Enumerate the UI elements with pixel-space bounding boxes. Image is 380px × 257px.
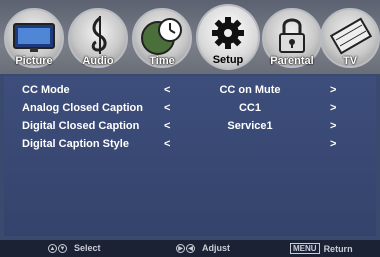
tab-time[interactable]: Time [132,8,192,68]
right-arrow-icon[interactable]: > [330,84,336,96]
help-footer: ▲ ▼ Select ▶ ◀ Adjust MENU Return [0,240,380,257]
analog-closed-caption-row[interactable]: Analog Closed Caption < CC1 > [4,100,376,118]
cc-mode-row[interactable]: CC Mode < CC on Mute > [4,82,376,100]
left-arrow-icon[interactable]: < [164,138,170,150]
right-arrow-icon[interactable]: > [330,102,336,114]
adjust-hint: ▶ ◀ Adjust [176,243,230,253]
menu-key-icon: MENU [290,243,320,254]
left-arrow-icon[interactable]: < [164,120,170,132]
right-arrow-icon[interactable]: > [330,120,336,132]
tab-setup[interactable]: Setup [196,4,260,70]
select-hint: ▲ ▼ Select [48,243,101,253]
row-label: CC Mode [22,84,70,96]
row-value: Service1 [227,120,273,132]
digital-closed-caption-row[interactable]: Digital Closed Caption < Service1 > [4,118,376,136]
left-arrow-icon[interactable]: < [164,84,170,96]
row-value: CC on Mute [219,84,281,96]
down-button-icon: ▼ [58,243,67,253]
tab-tv[interactable]: TV [320,8,380,68]
left-arrow-icon[interactable]: < [164,102,170,114]
return-label: Return [323,243,353,254]
digital-caption-style-row[interactable]: Digital Caption Style < > [4,136,376,154]
right-button-icon: ▶ [176,243,185,253]
tab-label: Parental [270,55,314,67]
tab-label: Setup [212,54,244,66]
tab-audio[interactable]: Audio [68,8,128,68]
return-hint: MENU Return [290,243,353,254]
adjust-label: Adjust [202,243,230,253]
tab-label: TV [342,55,358,67]
setup-menu-screen: Picture Audio Time Setup Parental TV CC … [0,0,380,257]
tab-label: Picture [15,55,53,67]
row-label: Analog Closed Caption [22,102,143,114]
menu-tab-bar: Picture Audio Time Setup Parental TV [0,0,380,74]
caption-settings-panel: CC Mode < CC on Mute > Analog Closed Cap… [4,76,376,236]
select-label: Select [74,243,101,253]
tab-label: Time [149,55,175,67]
tab-label: Audio [82,55,114,67]
tab-parental[interactable]: Parental [262,8,322,68]
left-button-icon: ◀ [186,243,195,253]
row-value: CC1 [238,102,261,114]
tab-picture[interactable]: Picture [4,8,64,68]
right-arrow-icon[interactable]: > [330,138,336,150]
row-label: Digital Caption Style [22,138,129,150]
row-label: Digital Closed Caption [22,120,140,132]
up-button-icon: ▲ [48,243,57,253]
